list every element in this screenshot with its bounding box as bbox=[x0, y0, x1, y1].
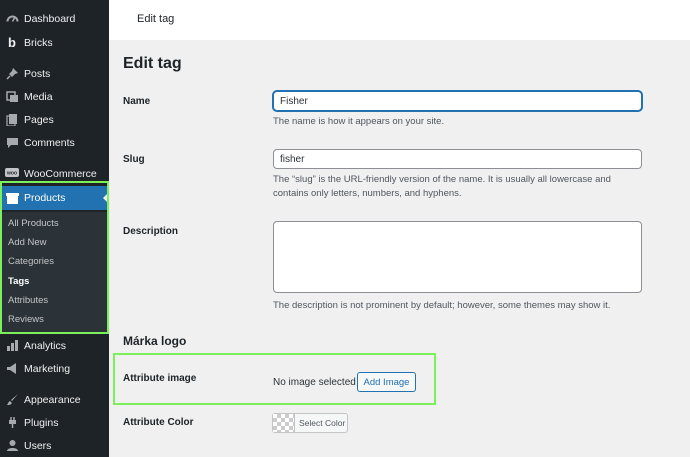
attribute-color-label: Attribute Color bbox=[123, 417, 194, 428]
pages-icon bbox=[5, 113, 19, 127]
top-bar: Edit tag bbox=[109, 0, 690, 40]
bricks-icon: b bbox=[8, 35, 16, 50]
select-color-label: Select Color bbox=[299, 418, 346, 428]
sidebar-item-label: Products bbox=[24, 192, 66, 204]
slug-help: The “slug” is the URL-friendly version o… bbox=[273, 174, 611, 199]
sidebar-item-label: Posts bbox=[24, 67, 51, 80]
dashboard-icon bbox=[5, 12, 19, 26]
sidebar-item-analytics[interactable]: Analytics bbox=[0, 334, 109, 357]
description-label: Description bbox=[123, 226, 179, 237]
sidebar-item-label: Dashboard bbox=[24, 12, 76, 25]
products-icon bbox=[5, 191, 19, 205]
sidebar-item-label: Analytics bbox=[24, 339, 67, 352]
sidebar-item-label: Appearance bbox=[24, 393, 81, 406]
comment-icon bbox=[5, 136, 19, 150]
pin-icon bbox=[5, 67, 19, 81]
sidebar-item-appearance[interactable]: Appearance bbox=[0, 388, 109, 411]
select-color-button[interactable]: Select Color bbox=[272, 413, 348, 433]
sidebar-item-products[interactable]: Products bbox=[0, 186, 109, 210]
user-icon bbox=[5, 439, 19, 453]
submenu-item-reviews[interactable]: Reviews bbox=[8, 314, 44, 325]
admin-sidebar: Dashboard b Bricks Posts Media Pages Com… bbox=[0, 0, 109, 457]
svg-text:woo: woo bbox=[6, 171, 17, 177]
submenu-item-all-products[interactable]: All Products bbox=[8, 218, 59, 229]
no-image-text: No image selected bbox=[273, 377, 356, 388]
sidebar-item-label: Marketing bbox=[24, 362, 71, 375]
submenu-item-attributes[interactable]: Attributes bbox=[8, 295, 48, 306]
sidebar-item-label: Media bbox=[24, 90, 53, 103]
products-submenu: All Products Add New Categories Tags Att… bbox=[0, 212, 109, 332]
sidebar-item-label: Users bbox=[24, 439, 52, 452]
topbar-title: Edit tag bbox=[137, 13, 175, 25]
description-help: The description is not prominent by defa… bbox=[273, 300, 611, 311]
sidebar-item-comments[interactable]: Comments bbox=[0, 131, 109, 154]
sidebar-item-label: Plugins bbox=[24, 416, 59, 429]
submenu-item-categories[interactable]: Categories bbox=[8, 256, 54, 267]
sidebar-item-label: Comments bbox=[24, 136, 75, 149]
plug-icon bbox=[5, 416, 19, 430]
attribute-image-label: Attribute image bbox=[123, 373, 197, 384]
submenu-item-tags[interactable]: Tags bbox=[8, 276, 29, 287]
sidebar-item-label: Pages bbox=[24, 113, 54, 126]
name-input[interactable] bbox=[273, 91, 642, 111]
name-help: The name is how it appears on your site. bbox=[273, 116, 445, 127]
sidebar-item-bricks[interactable]: b Bricks bbox=[0, 31, 109, 54]
woo-icon: woo bbox=[5, 167, 19, 181]
add-image-button[interactable]: Add Image bbox=[357, 372, 416, 392]
sidebar-item-media[interactable]: Media bbox=[0, 85, 109, 108]
brush-icon bbox=[5, 393, 19, 407]
section-title: Márka logo bbox=[123, 334, 187, 348]
sidebar-item-dashboard[interactable]: Dashboard bbox=[0, 7, 109, 30]
media-icon bbox=[5, 90, 19, 104]
sidebar-item-label: WooCommerce bbox=[24, 167, 97, 180]
slug-input[interactable] bbox=[273, 149, 642, 169]
sidebar-item-label: Bricks bbox=[24, 36, 53, 49]
submenu-item-add-new[interactable]: Add New bbox=[8, 237, 47, 248]
page-title: Edit tag bbox=[123, 55, 182, 72]
description-textarea[interactable] bbox=[273, 221, 642, 293]
sidebar-item-users[interactable]: Users bbox=[0, 434, 109, 457]
color-swatch bbox=[273, 414, 295, 432]
name-label: Name bbox=[123, 96, 151, 107]
megaphone-icon bbox=[5, 362, 19, 376]
sidebar-item-pages[interactable]: Pages bbox=[0, 108, 109, 131]
sidebar-item-posts[interactable]: Posts bbox=[0, 62, 109, 85]
analytics-icon bbox=[5, 339, 19, 353]
sidebar-item-plugins[interactable]: Plugins bbox=[0, 411, 109, 434]
sidebar-item-marketing[interactable]: Marketing bbox=[0, 357, 109, 380]
slug-label: Slug bbox=[123, 154, 145, 165]
sidebar-item-woocommerce[interactable]: woo WooCommerce bbox=[0, 162, 109, 185]
